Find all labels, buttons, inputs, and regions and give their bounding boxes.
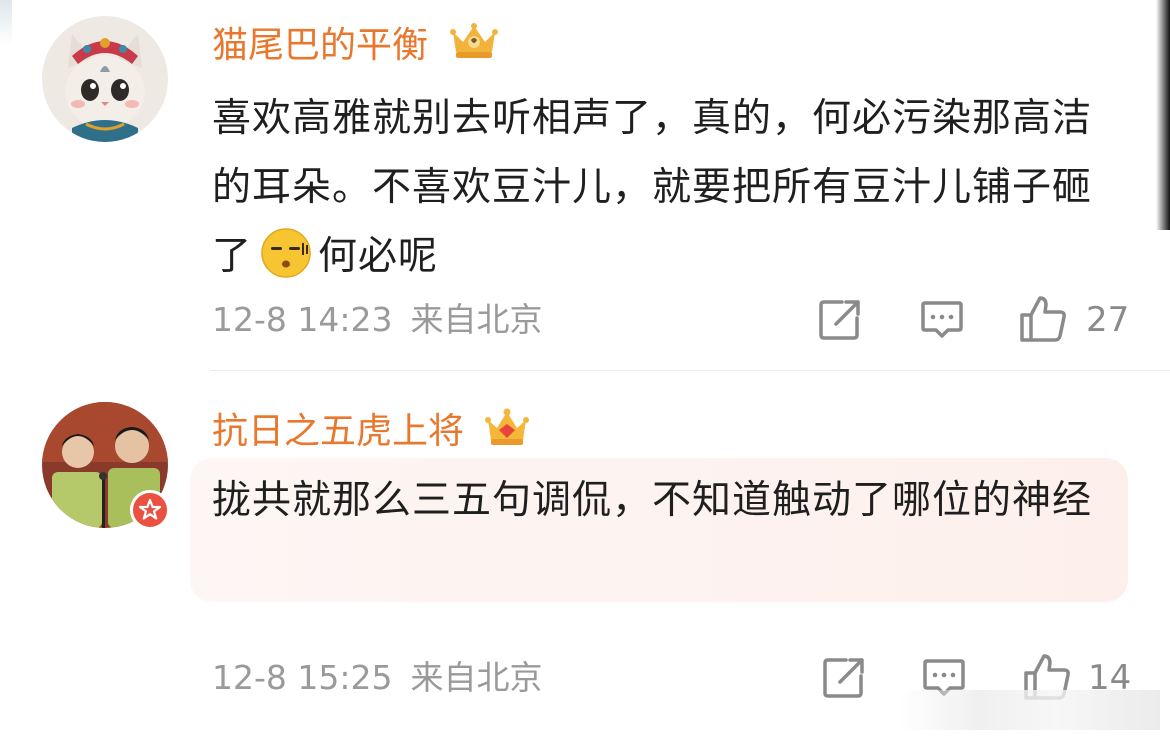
comment-text[interactable]: 喜欢高雅就别去听相声了，真的，何必污染那高洁的耳朵。不喜欢豆汁儿，就要把所有豆汁…	[212, 84, 1112, 301]
thumbs-up-icon	[1020, 296, 1066, 342]
username[interactable]: 猫尾巴的平衡	[212, 20, 501, 74]
watermark	[900, 690, 1160, 730]
star-badge-icon	[138, 498, 162, 520]
avatar[interactable]	[42, 16, 168, 142]
cat-avatar-icon	[42, 16, 168, 142]
share-button[interactable]	[822, 656, 866, 704]
comment-meta: 12-8 14:23 来自北京	[212, 300, 543, 340]
share-button[interactable]	[818, 298, 862, 346]
share-icon	[819, 300, 860, 340]
comment-text-part2: 何必呢	[318, 234, 439, 279]
username-text[interactable]: 抗日之五虎上将	[212, 411, 464, 452]
like-count: 27	[1086, 300, 1130, 340]
comment-item: 猫尾巴的平衡 喜欢高雅就别去听相声了，真的，何必污染那高洁的耳朵。不喜欢豆汁儿，…	[0, 0, 1170, 370]
crown-icon	[483, 404, 531, 462]
crown-icon	[447, 20, 501, 74]
verified-badge	[130, 490, 170, 530]
comment-location: 来自北京	[410, 658, 543, 697]
comment-item: 抗日之五虎上将 拢共就那么三五句调侃，不知道触动了哪位的神经 12-8 15:2…	[0, 370, 1170, 740]
like-button[interactable]	[1018, 294, 1068, 348]
comment-location: 来自北京	[410, 300, 543, 339]
comment-text[interactable]: 拢共就那么三五句调侃，不知道触动了哪位的神经	[212, 466, 1112, 535]
comment-date: 12-8 14:23	[212, 300, 393, 339]
comment-meta: 12-8 15:25 来自北京	[212, 658, 543, 698]
comment-date: 12-8 15:25	[212, 658, 393, 697]
username-text[interactable]: 猫尾巴的平衡	[212, 25, 428, 66]
username[interactable]: 抗日之五虎上将	[212, 404, 531, 462]
reply-button[interactable]	[920, 298, 964, 346]
speechless-face-emoji-icon	[260, 227, 312, 301]
comment-icon	[921, 301, 963, 338]
share-icon	[823, 658, 864, 698]
